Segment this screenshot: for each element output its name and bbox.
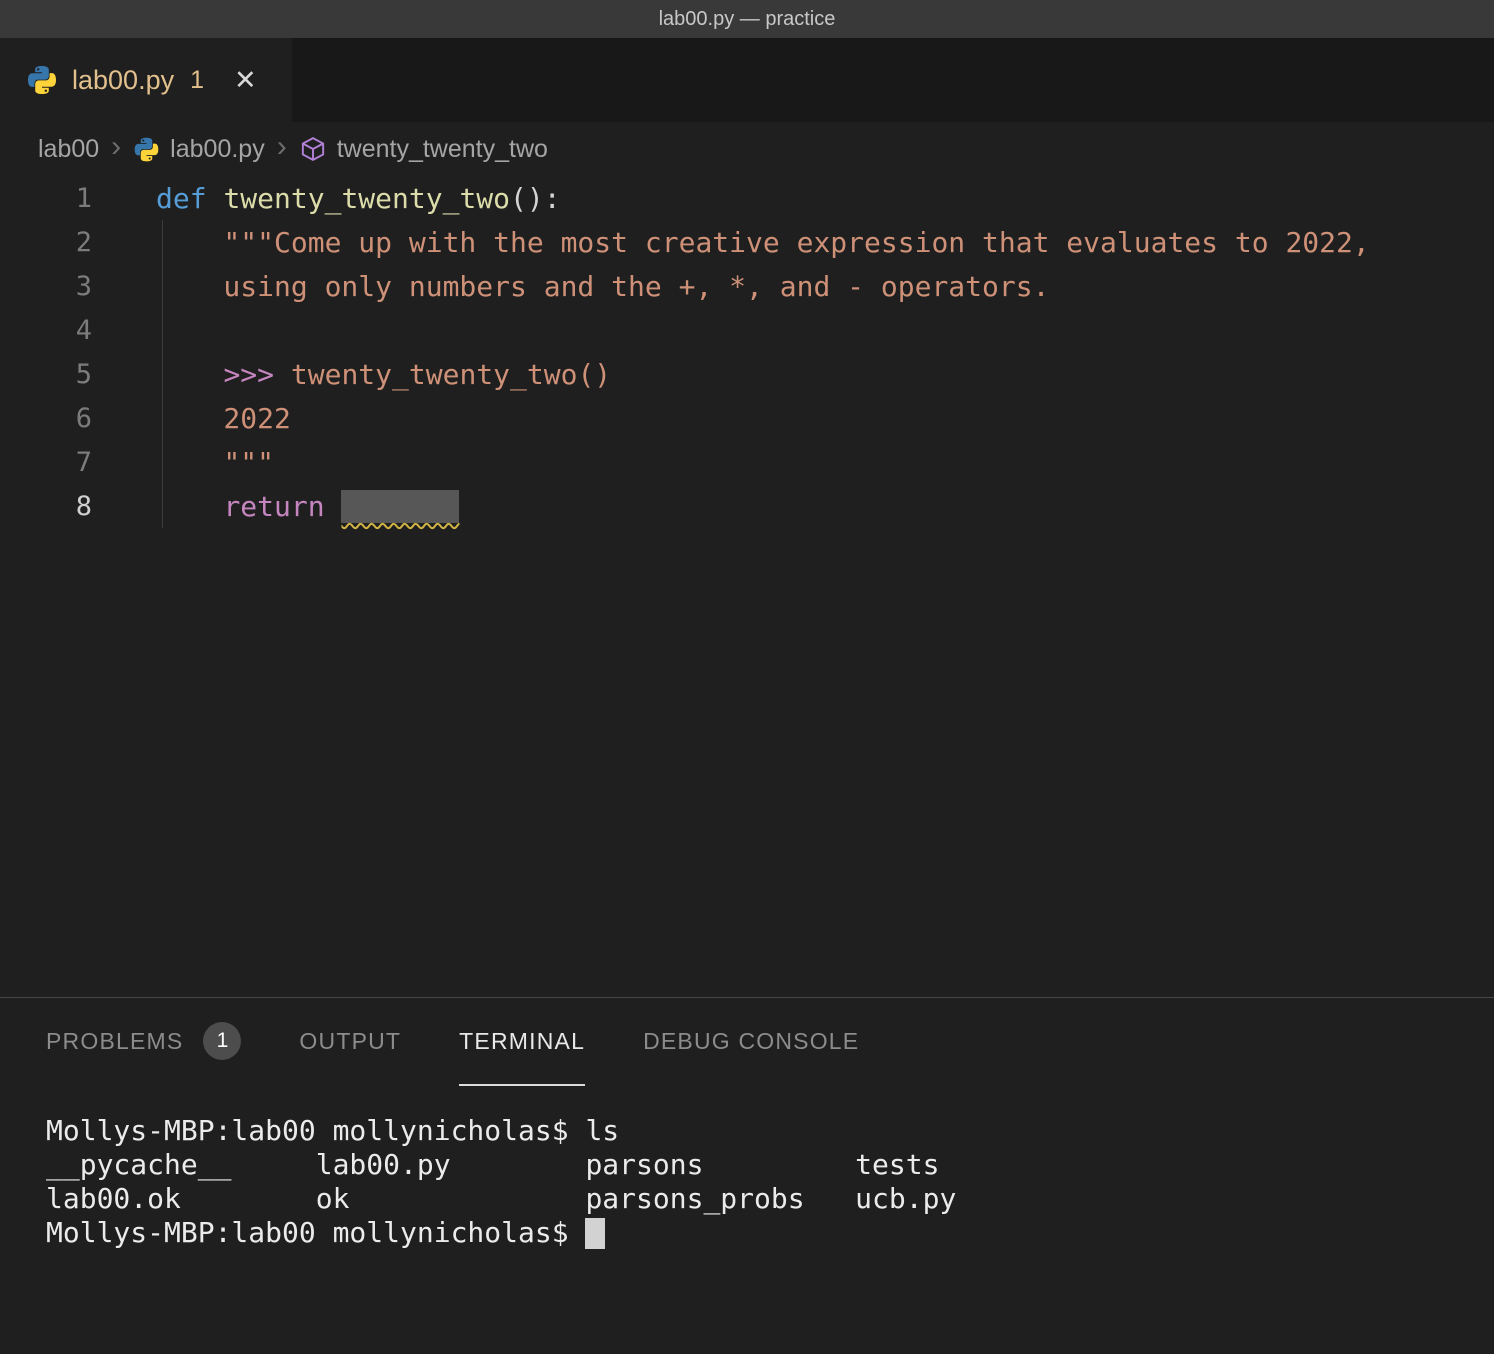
terminal-line: Mollys-MBP:lab00 mollynicholas$ — [46, 1216, 1494, 1250]
tab-debug-console[interactable]: DEBUG CONSOLE — [643, 998, 859, 1086]
breadcrumb-folder[interactable]: lab00 — [38, 135, 99, 164]
tab-lab00py[interactable]: lab00.py 1 ✕ — [0, 38, 292, 122]
panel-tab-label: OUTPUT — [299, 1028, 401, 1055]
code-line[interactable]: 8 return — [0, 484, 1494, 528]
code-line[interactable]: 2 """Come up with the most creative expr… — [0, 220, 1494, 264]
breadcrumb-symbol[interactable]: twenty_twenty_two — [337, 135, 548, 164]
docstring-close: """ — [156, 446, 274, 479]
close-tab-icon[interactable]: ✕ — [234, 65, 257, 96]
panel-tab-label: PROBLEMS — [46, 1028, 183, 1055]
punctuation: (): — [510, 182, 561, 215]
vscode-window: lab00.py — practice lab00.py 1 ✕ lab00 ›… — [0, 0, 1494, 1353]
python-icon — [26, 64, 58, 96]
panel-tab-bar: PROBLEMS 1 OUTPUT TERMINAL DEBUG CONSOLE — [0, 998, 1494, 1086]
indent — [156, 358, 223, 391]
terminal-line: lab00.ok ok parsons_probs ucb.py — [46, 1182, 1494, 1216]
terminal-line: __pycache__ lab00.py parsons tests — [46, 1148, 1494, 1182]
indent-guide — [162, 220, 163, 528]
problems-count-badge: 1 — [203, 1022, 241, 1060]
python-icon — [133, 136, 160, 163]
tab-label: lab00.py — [72, 65, 174, 96]
selected-placeholder-with-warning-squiggle[interactable] — [341, 490, 459, 523]
doctest-prompt: >>> — [223, 358, 290, 391]
panel-tab-label: TERMINAL — [459, 1028, 585, 1055]
terminal-prompt: Mollys-MBP:lab00 mollynicholas$ — [46, 1216, 585, 1249]
function-name: twenty_twenty_two — [223, 182, 510, 215]
terminal-cursor — [585, 1218, 605, 1249]
chevron-right-icon: › — [111, 132, 121, 162]
line-number: 3 — [0, 271, 92, 302]
space — [325, 490, 342, 523]
line-number: 4 — [0, 315, 92, 346]
doctest-call: twenty_twenty_two() — [291, 358, 611, 391]
window-title: lab00.py — practice — [659, 8, 836, 31]
panel-tab-label: DEBUG CONSOLE — [643, 1028, 859, 1055]
line-number: 1 — [0, 183, 92, 214]
code-line[interactable]: 3 using only numbers and the +, *, and -… — [0, 264, 1494, 308]
terminal-output[interactable]: Mollys-MBP:lab00 mollynicholas$ ls __pyc… — [0, 1086, 1494, 1250]
tab-bar: lab00.py 1 ✕ — [0, 38, 1494, 122]
line-number: 6 — [0, 403, 92, 434]
docstring-text: """Come up with the most creative expres… — [156, 226, 1370, 259]
doctest-expected-output: 2022 — [156, 402, 291, 435]
tab-problems-count: 1 — [190, 66, 204, 95]
keyword-def: def — [156, 182, 223, 215]
bottom-panel: PROBLEMS 1 OUTPUT TERMINAL DEBUG CONSOLE… — [0, 997, 1494, 1353]
title-bar: lab00.py — practice — [0, 0, 1494, 38]
symbol-method-cube-icon — [299, 135, 327, 163]
code-line[interactable]: 5 >>> twenty_twenty_two() — [0, 352, 1494, 396]
code-line[interactable]: 7 """ — [0, 440, 1494, 484]
line-number: 2 — [0, 227, 92, 258]
breadcrumb: lab00 › lab00.py › twenty_twenty_two — [0, 122, 1494, 176]
line-number: 5 — [0, 359, 92, 390]
docstring-text: using only numbers and the +, *, and - o… — [156, 270, 1049, 303]
keyword-return: return — [223, 490, 324, 523]
code-line[interactable]: 1 def twenty_twenty_two(): — [0, 176, 1494, 220]
code-line[interactable]: 6 2022 — [0, 396, 1494, 440]
terminal-line: Mollys-MBP:lab00 mollynicholas$ ls — [46, 1114, 1494, 1148]
chevron-right-icon: › — [277, 132, 287, 162]
indent — [156, 490, 223, 523]
code-line[interactable]: 4 — [0, 308, 1494, 352]
tab-problems[interactable]: PROBLEMS 1 — [46, 998, 241, 1086]
line-number: 7 — [0, 447, 92, 478]
code-editor[interactable]: 1 def twenty_twenty_two(): 2 """Come up … — [0, 176, 1494, 997]
tab-terminal[interactable]: TERMINAL — [459, 998, 585, 1086]
breadcrumb-file[interactable]: lab00.py — [170, 135, 265, 164]
tab-output[interactable]: OUTPUT — [299, 998, 401, 1086]
line-number-active: 8 — [0, 491, 92, 522]
